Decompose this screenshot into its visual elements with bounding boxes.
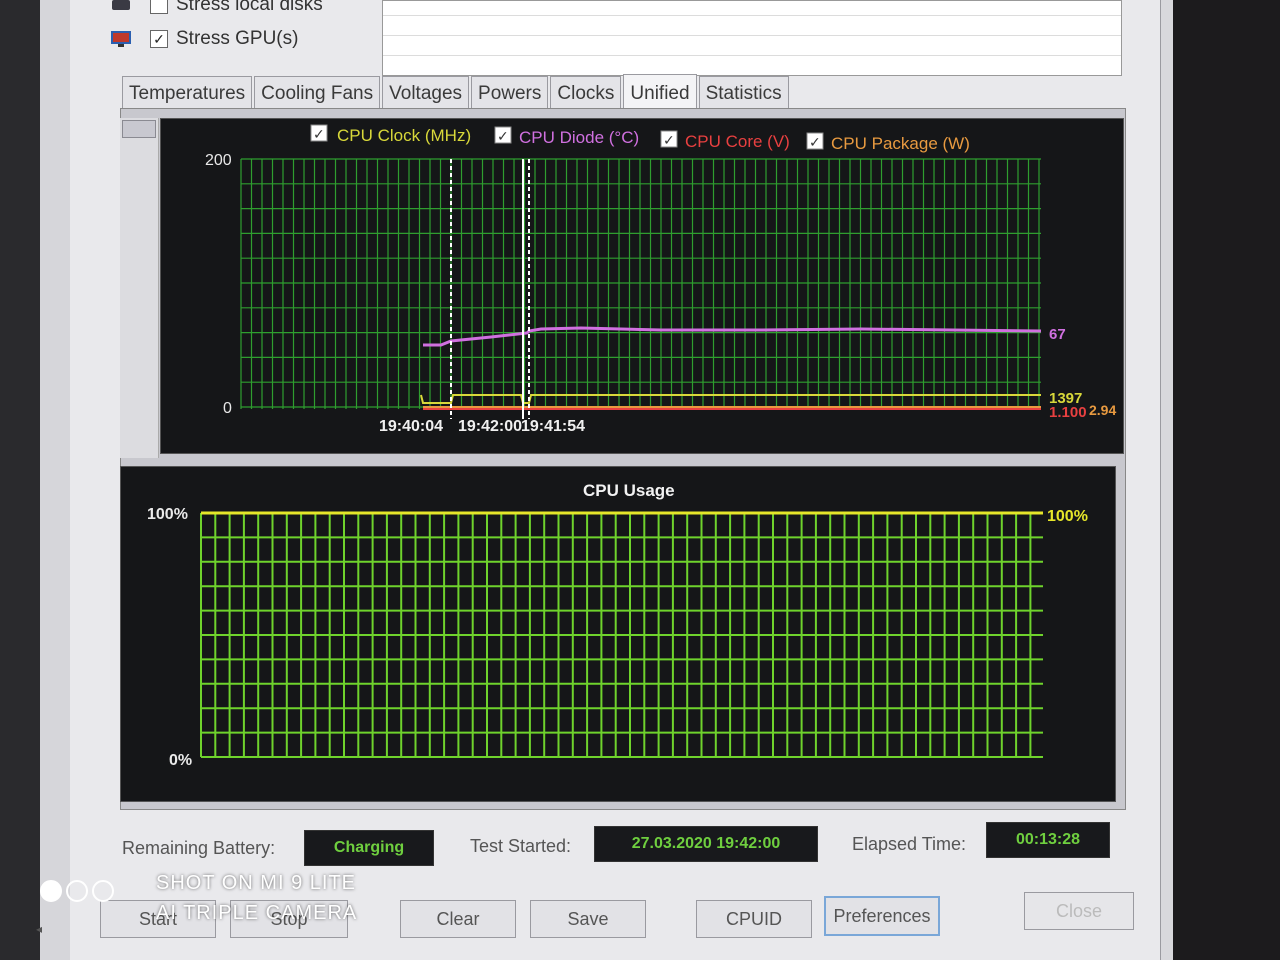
tab-clocks[interactable]: Clocks bbox=[550, 76, 622, 111]
remaining-battery-label: Remaining Battery: bbox=[122, 838, 276, 858]
watermark-line-1: SHOT ON MI 9 LITE bbox=[156, 872, 356, 894]
window-right-border bbox=[1160, 0, 1173, 960]
option-stress-gpus[interactable]: ✓ Stress GPU(s) bbox=[110, 28, 298, 50]
svg-text:✓: ✓ bbox=[497, 129, 509, 145]
legend-item-cpu-diode[interactable]: ✓ CPU Diode (°C) bbox=[494, 126, 639, 147]
watermark-line-2: AI TRIPLE CAMERA bbox=[156, 902, 358, 924]
series-cpu-diode bbox=[423, 326, 1042, 347]
scrollbar-thumb[interactable] bbox=[122, 120, 156, 138]
tab-unified[interactable]: Unified bbox=[623, 74, 697, 112]
cpu-usage-title: CPU Usage bbox=[583, 481, 675, 500]
legend-label-cpu-package: CPU Package (W) bbox=[831, 134, 970, 153]
unified-grid bbox=[240, 158, 1041, 409]
cpu-usage-chart: CPU Usage 100% 0% 100% bbox=[147, 481, 1088, 769]
camera-logo-icon bbox=[40, 880, 114, 902]
legend-label-cpu-diode: CPU Diode (°C) bbox=[519, 128, 639, 147]
cpuid-button[interactable]: CPUID bbox=[696, 900, 812, 938]
usage-y-max-label: 100% bbox=[147, 506, 188, 523]
legend-label-cpu-core: CPU Core (V) bbox=[685, 132, 790, 151]
y-axis-min-label: 0 bbox=[223, 400, 232, 417]
usage-grid bbox=[200, 512, 1043, 758]
clear-button[interactable]: Clear bbox=[400, 900, 516, 938]
unified-legend: ✓ CPU Clock (MHz) ✓ CPU Diode (°C) ✓ CPU… bbox=[310, 124, 970, 153]
tab-temperatures[interactable]: Temperatures bbox=[122, 76, 253, 111]
chart-scrollbar[interactable] bbox=[120, 118, 159, 458]
time-label: 19:40:04 bbox=[379, 418, 443, 435]
svg-text:✓: ✓ bbox=[663, 133, 675, 149]
legend-item-cpu-package[interactable]: ✓ CPU Package (W) bbox=[806, 132, 970, 153]
time-label: 19:41:54 bbox=[521, 418, 585, 435]
tab-powers[interactable]: Powers bbox=[471, 76, 549, 111]
unified-chart: ✓ CPU Clock (MHz) ✓ CPU Diode (°C) ✓ CPU… bbox=[205, 124, 1116, 435]
test-started-value: 27.03.2020 19:42:00 bbox=[594, 826, 818, 862]
readout-cpu-diode: 67 bbox=[1049, 326, 1066, 343]
usage-y-min-label: 0% bbox=[169, 752, 192, 769]
battery-status-value: Charging bbox=[304, 830, 434, 866]
usage-readout: 100% bbox=[1047, 508, 1088, 525]
sensor-tabs: Temperatures Cooling Fans Voltages Power… bbox=[122, 74, 791, 112]
readout-cpu-package: 2.94 bbox=[1089, 402, 1116, 418]
option-label: Stress local disks bbox=[176, 0, 323, 15]
elapsed-time-value: 00:13:28 bbox=[986, 822, 1110, 858]
close-button[interactable]: Close bbox=[1024, 892, 1134, 930]
legend-item-cpu-core[interactable]: ✓ CPU Core (V) bbox=[660, 130, 790, 151]
option-label: Stress GPU(s) bbox=[176, 28, 299, 49]
svg-text:✓: ✓ bbox=[313, 127, 325, 143]
y-axis-max-label: 200 bbox=[205, 152, 232, 169]
tab-voltages[interactable]: Voltages bbox=[382, 76, 470, 111]
cpu-usage-chart-panel: CPU Usage 100% 0% 100% bbox=[120, 466, 1116, 802]
readout-cpu-core: 1.100 bbox=[1049, 404, 1087, 421]
save-button[interactable]: Save bbox=[530, 900, 646, 938]
window-left-border bbox=[40, 0, 71, 960]
legend-item-cpu-clock[interactable]: ✓ CPU Clock (MHz) bbox=[310, 124, 471, 145]
stress-disks-checkbox[interactable] bbox=[150, 0, 168, 14]
tab-statistics[interactable]: Statistics bbox=[698, 76, 789, 111]
test-started-label: Test Started: bbox=[470, 836, 572, 856]
tab-cooling-fans[interactable]: Cooling Fans bbox=[254, 76, 381, 111]
scroll-arrow-icon[interactable]: ◂ bbox=[36, 922, 42, 936]
stress-gpus-checkbox[interactable]: ✓ bbox=[150, 30, 168, 48]
background-edge bbox=[0, 0, 40, 960]
option-stress-local-disks[interactable]: Stress local disks bbox=[110, 0, 323, 16]
disk-icon bbox=[112, 0, 130, 10]
svg-text:✓: ✓ bbox=[809, 135, 821, 151]
elapsed-time-label: Elapsed Time: bbox=[852, 834, 967, 854]
gpu-monitor-icon bbox=[111, 31, 131, 47]
status-log-table bbox=[382, 0, 1122, 76]
preferences-button[interactable]: Preferences bbox=[824, 896, 940, 936]
unified-chart-panel: ✓ CPU Clock (MHz) ✓ CPU Diode (°C) ✓ CPU… bbox=[160, 118, 1124, 454]
legend-label-cpu-clock: CPU Clock (MHz) bbox=[337, 126, 471, 145]
time-label: 19:42:00 bbox=[458, 418, 522, 435]
